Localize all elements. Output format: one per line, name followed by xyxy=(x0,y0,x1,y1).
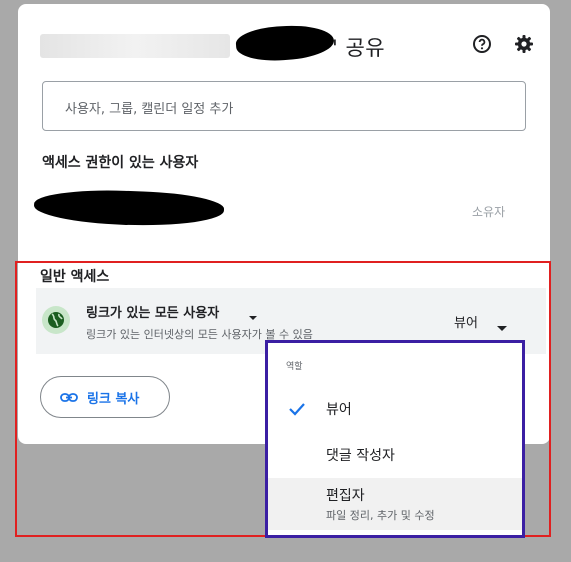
help-icon[interactable] xyxy=(470,32,494,56)
dialog-title-text: ' 공유 xyxy=(332,36,386,60)
owner-role-label: 소유자 xyxy=(472,205,506,219)
owner-redaction-mark xyxy=(33,187,225,229)
role-menu-header: 역할 xyxy=(286,362,303,372)
file-name-blurred xyxy=(40,34,230,58)
role-option-description: 파일 정리, 추가 및 수정 xyxy=(326,509,435,522)
role-option-editor[interactable]: 편집자 파일 정리, 추가 및 수정 xyxy=(268,478,522,530)
role-menu: 역할 뷰어 댓글 작성자 편집자 파일 정리, 추가 및 수정 xyxy=(265,340,525,538)
chevron-down-icon[interactable] xyxy=(248,306,258,325)
add-people-input[interactable]: 사용자, 그룹, 캘린더 일정 추가 xyxy=(42,81,526,131)
globe-icon xyxy=(42,306,70,334)
people-with-access-title: 액세스 권한이 있는 사용자 xyxy=(42,155,199,171)
role-chevron-down-icon[interactable] xyxy=(496,317,508,336)
dialog-title: ' 공유 xyxy=(40,22,540,64)
role-option-viewer[interactable]: 뷰어 xyxy=(268,385,522,431)
check-icon xyxy=(288,401,306,420)
add-people-placeholder: 사용자, 그룹, 캘린더 일정 추가 xyxy=(65,102,234,117)
general-access-dropdown[interactable]: 링크가 있는 모든 사용자 xyxy=(86,302,219,321)
role-option-label: 뷰어 xyxy=(326,402,352,418)
redaction-mark xyxy=(234,22,336,64)
role-option-commenter[interactable]: 댓글 작성자 xyxy=(268,435,522,475)
role-option-label: 편집자 xyxy=(326,488,365,504)
gear-icon[interactable] xyxy=(512,32,536,56)
role-option-label: 댓글 작성자 xyxy=(326,448,395,464)
role-dropdown[interactable]: 뷰어 xyxy=(454,312,478,331)
general-access-title: 일반 액세스 xyxy=(40,269,110,285)
